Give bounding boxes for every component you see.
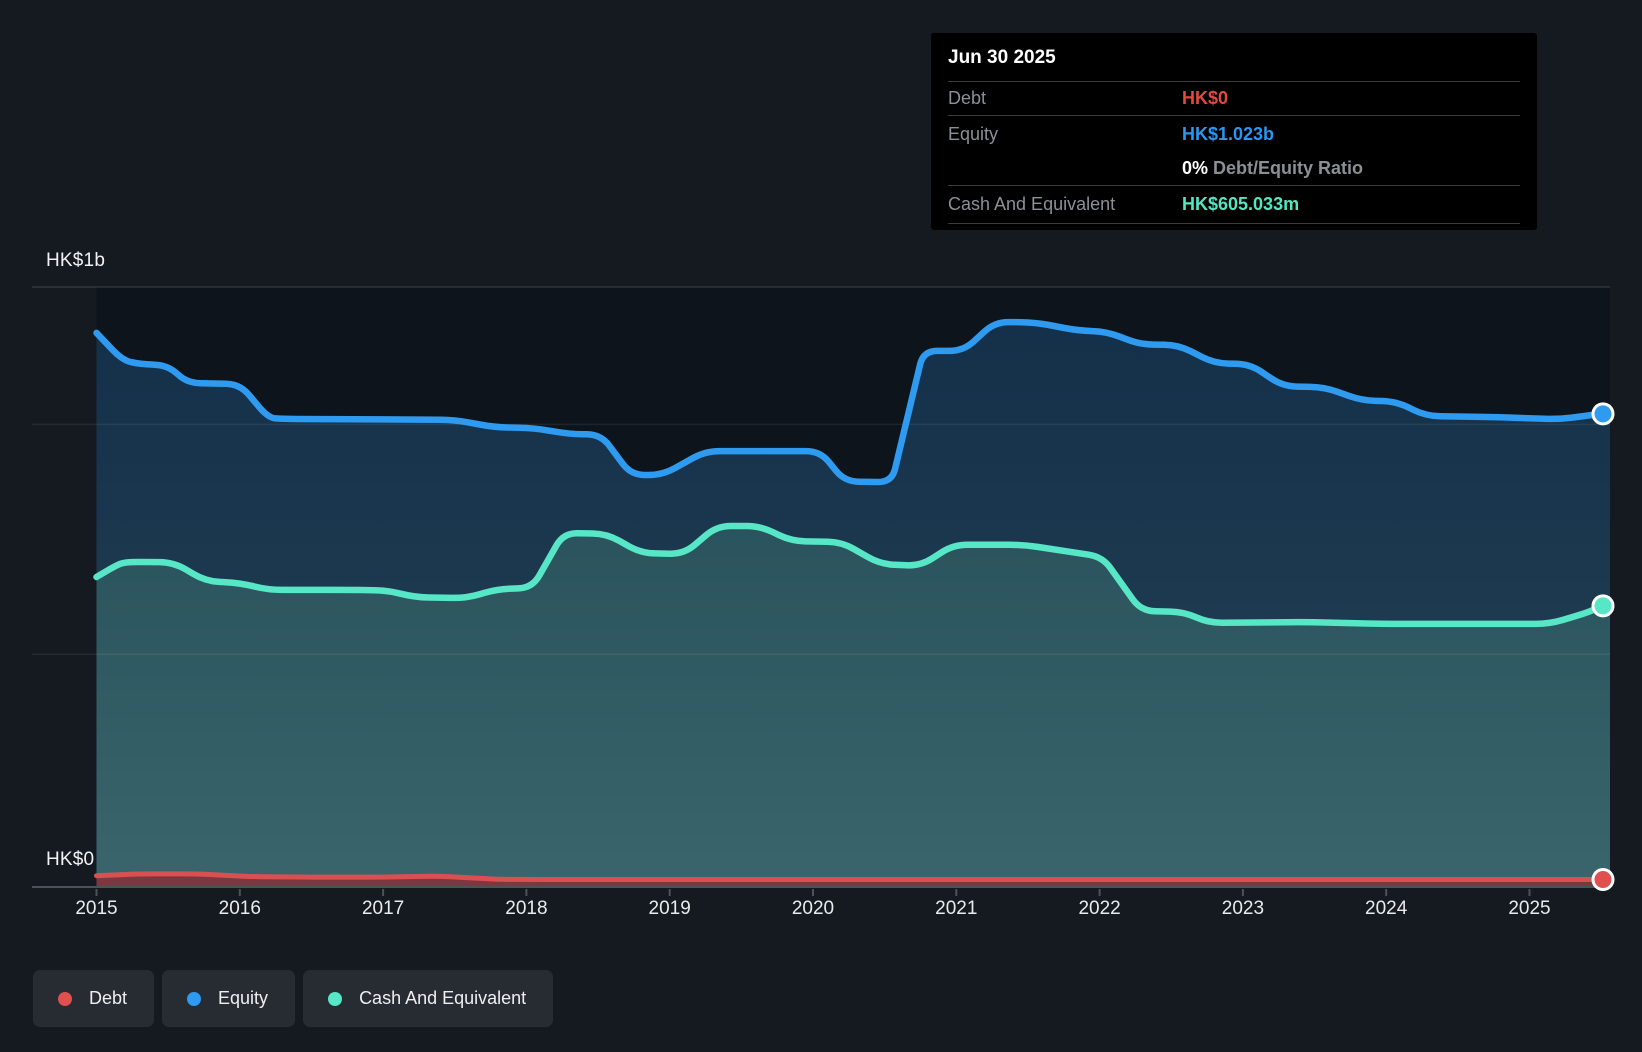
tooltip-debt-value: HK$0	[1182, 88, 1520, 109]
debt-series-dot-icon	[58, 992, 72, 1006]
legend-equity-label: Equity	[218, 988, 268, 1009]
legend-item-cash[interactable]: Cash And Equivalent	[303, 970, 553, 1027]
tooltip-equity-value: HK$1.023b	[1182, 124, 1520, 145]
tooltip-debt-label: Debt	[948, 88, 1182, 109]
y-axis-label-0: HK$0	[46, 849, 94, 871]
tooltip-ratio-label: Debt/Equity Ratio	[1213, 158, 1363, 178]
legend-cash-label: Cash And Equivalent	[359, 988, 526, 1009]
legend-item-equity[interactable]: Equity	[162, 970, 295, 1027]
y-axis-label-1b: HK$1b	[46, 250, 105, 272]
legend-item-debt[interactable]: Debt	[33, 970, 154, 1027]
tooltip-row-ratio: 0% Debt/Equity Ratio	[948, 152, 1520, 186]
tooltip-row-cash: Cash And Equivalent HK$605.033m	[948, 186, 1520, 224]
tooltip-cash-value: HK$605.033m	[1182, 194, 1520, 215]
chart-legend: Debt Equity Cash And Equivalent	[33, 970, 553, 1027]
debt-end-marker	[1593, 870, 1613, 890]
chart-tooltip: Jun 30 2025 Debt HK$0 Equity HK$1.023b 0…	[931, 33, 1537, 230]
tooltip-date: Jun 30 2025	[948, 33, 1520, 82]
equity-end-marker	[1593, 404, 1613, 424]
tooltip-row-debt: Debt HK$0	[948, 82, 1520, 116]
tooltip-ratio: 0% Debt/Equity Ratio	[1182, 158, 1520, 179]
cash-end-marker	[1593, 596, 1613, 616]
tooltip-equity-label: Equity	[948, 124, 1182, 145]
x-axis-ticks	[97, 889, 1530, 896]
tooltip-cash-label: Cash And Equivalent	[948, 194, 1182, 215]
legend-debt-label: Debt	[89, 988, 127, 1009]
tooltip-ratio-value: 0%	[1182, 158, 1208, 178]
equity-series-dot-icon	[187, 992, 201, 1006]
tooltip-row-equity: Equity HK$1.023b	[948, 116, 1520, 152]
cash-series-dot-icon	[328, 992, 342, 1006]
